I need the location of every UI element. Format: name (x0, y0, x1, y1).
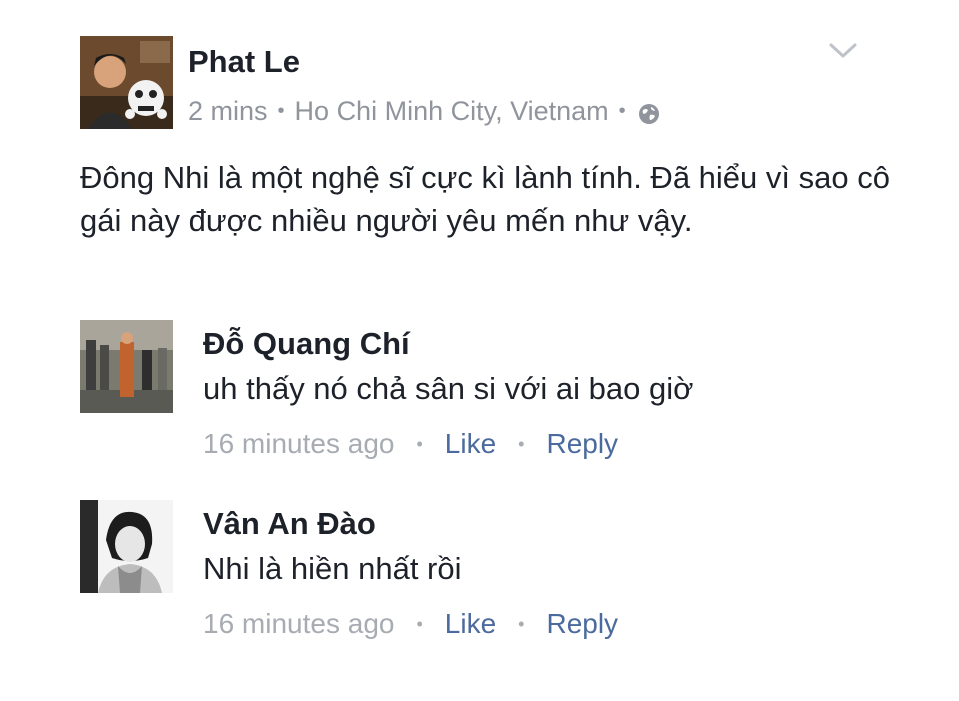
reply-button[interactable]: Reply (546, 428, 618, 460)
post-author-avatar-image (80, 36, 173, 129)
comment-author-avatar[interactable] (80, 320, 173, 413)
comment: Đỗ Quang Chí uh thấy nó chả sân si với a… (80, 318, 880, 468)
comment-time[interactable]: 16 minutes ago (203, 608, 394, 640)
post-author-avatar[interactable] (80, 36, 173, 129)
comment-author-avatar[interactable] (80, 500, 173, 593)
meta-separator: • (277, 100, 285, 122)
comment-author-avatar-image (80, 500, 173, 593)
action-separator: • (416, 433, 423, 454)
globe-icon[interactable] (638, 101, 660, 124)
chevron-down-icon[interactable] (828, 38, 858, 62)
comment-time[interactable]: 16 minutes ago (203, 428, 394, 460)
comment-actions: 16 minutes ago • Like • Reply (203, 428, 618, 460)
meta-separator: • (618, 100, 626, 122)
post-text: Đông Nhi là một nghệ sĩ cực kì lành tính… (80, 160, 890, 238)
action-separator: • (416, 613, 423, 634)
action-separator: • (518, 613, 525, 634)
like-button[interactable]: Like (445, 608, 496, 640)
comment-text: uh thấy nó chả sân si với ai bao giờ (203, 371, 694, 406)
comment: Vân An Đào Nhi là hiền nhất rồi 16 minut… (80, 498, 880, 648)
post-header: Phat Le 2 mins • Ho Chi Minh City, Vietn… (80, 36, 880, 132)
comment-text: Nhi là hiền nhất rồi (203, 551, 462, 586)
action-separator: • (518, 433, 525, 454)
comment-author-avatar-image (80, 320, 173, 413)
comment-author-name[interactable]: Đỗ Quang Chí (203, 326, 410, 362)
post-author-name[interactable]: Phat Le (188, 44, 300, 80)
comment-actions: 16 minutes ago • Like • Reply (203, 608, 618, 640)
post-meta: 2 mins • Ho Chi Minh City, Vietnam • (188, 96, 660, 127)
reply-button[interactable]: Reply (546, 608, 618, 640)
comment-author-name[interactable]: Vân An Đào (203, 506, 376, 542)
post-location[interactable]: Ho Chi Minh City, Vietnam (295, 96, 609, 127)
post-time[interactable]: 2 mins (188, 96, 268, 127)
like-button[interactable]: Like (445, 428, 496, 460)
